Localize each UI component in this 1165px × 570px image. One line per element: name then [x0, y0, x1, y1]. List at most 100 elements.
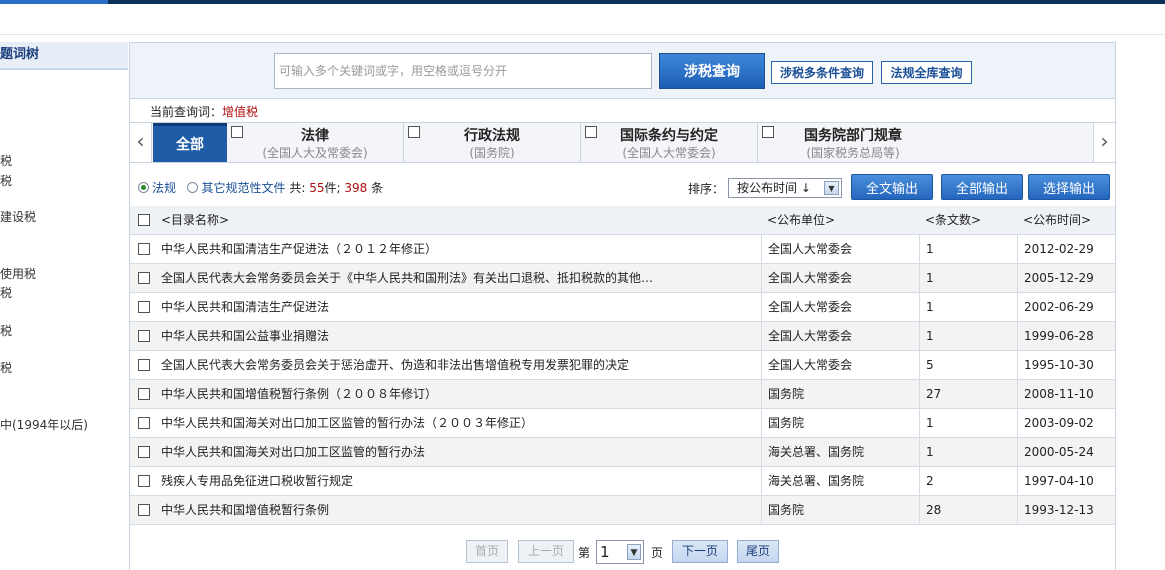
- export-all-button[interactable]: 全部输出: [941, 174, 1023, 200]
- export-selected-button[interactable]: 选择输出: [1028, 174, 1110, 200]
- next-page-button[interactable]: 下一页: [672, 540, 728, 563]
- row-checkbox[interactable]: [138, 272, 150, 284]
- tree-item[interactable]: 税: [0, 152, 12, 169]
- row-date: 2000-05-24: [1017, 438, 1115, 466]
- article-count: 398: [344, 181, 368, 195]
- chevron-down-icon[interactable]: ▼: [627, 544, 641, 560]
- row-name-link[interactable]: 中华人民共和国增值税暂行条例: [161, 496, 761, 524]
- prev-page-button[interactable]: 上一页: [518, 540, 574, 563]
- row-name-link[interactable]: 全国人民代表大会常务委员会关于惩治虚开、伪造和非法出售增值税专用发票犯罪的决定: [161, 351, 761, 379]
- tree-item[interactable]: 税: [0, 284, 12, 301]
- radio-other-docs-label[interactable]: 其它规范性文件: [201, 181, 285, 195]
- tree-item[interactable]: 使用税: [0, 265, 36, 282]
- chevron-right-icon[interactable]: ›: [1093, 123, 1115, 162]
- table-row: 中华人民共和国增值税暂行条例（２００８年修订） 国务院 27 2008-11-1…: [130, 380, 1115, 409]
- doc-count-unit: 件;: [324, 181, 341, 195]
- row-unit: 海关总署、国务院: [761, 467, 919, 495]
- table-row: 中华人民共和国清洁生产促进法 全国人大常委会 1 2002-06-29: [130, 293, 1115, 322]
- row-unit: 全国人大常委会: [761, 293, 919, 321]
- row-count: 1: [919, 264, 1017, 292]
- row-count: 27: [919, 380, 1017, 408]
- row-count: 2: [919, 467, 1017, 495]
- pagination: 首页 上一页 第 1 ▼ 页 下一页 尾页: [130, 540, 1115, 564]
- tab-admin-subtitle: (国务院): [469, 146, 515, 160]
- sort-select[interactable]: 按公布时间 ↓ ▼: [728, 178, 842, 198]
- row-checkbox[interactable]: [138, 301, 150, 313]
- row-name-link[interactable]: 中华人民共和国公益事业捐赠法: [161, 322, 761, 350]
- top-bar-active-tab[interactable]: [0, 0, 108, 4]
- full-text-export-button[interactable]: 全文输出: [851, 174, 933, 200]
- row-checkbox[interactable]: [138, 417, 150, 429]
- row-name-link[interactable]: 中华人民共和国海关对出口加工区监管的暂行办法（２００３年修正）: [161, 409, 761, 437]
- chevron-down-icon[interactable]: ▼: [824, 181, 839, 195]
- row-count: 5: [919, 351, 1017, 379]
- row-name-link[interactable]: 中华人民共和国清洁生产促进法（２０１２年修正）: [161, 235, 761, 263]
- full-library-search-button[interactable]: 法规全库查询: [881, 61, 972, 84]
- page-select-value: 1: [600, 543, 610, 561]
- tab-admin-title: 行政法规: [464, 128, 520, 144]
- row-count: 1: [919, 293, 1017, 321]
- row-checkbox[interactable]: [138, 475, 150, 487]
- tree-item[interactable]: 税: [0, 359, 12, 376]
- tab-law-subtitle: (全国人大及常委会): [262, 146, 368, 160]
- header-count[interactable]: <条文数>: [919, 206, 1017, 234]
- tab-administrative-regulations[interactable]: 行政法规 (国务院): [404, 123, 581, 162]
- row-unit: 全国人大常委会: [761, 264, 919, 292]
- page-suffix: 页: [651, 546, 664, 560]
- row-date: 2002-06-29: [1017, 293, 1115, 321]
- table-header: <目录名称> <公布单位> <条文数> <公布时间>: [130, 206, 1115, 235]
- row-checkbox[interactable]: [138, 388, 150, 400]
- radio-other-docs[interactable]: [187, 182, 199, 193]
- tab-international-treaties[interactable]: 国际条约与约定 (全国人大常委会): [581, 123, 758, 162]
- select-all-checkbox[interactable]: [138, 214, 150, 226]
- row-name-link[interactable]: 中华人民共和国海关对出口加工区监管的暂行办法: [161, 438, 761, 466]
- tab-treaty-subtitle: (全国人大常委会): [622, 146, 716, 160]
- last-page-button[interactable]: 尾页: [737, 540, 779, 563]
- topic-tree: 题词树 税 税 建设税 使用税 税 税 税 中(1994年以后): [0, 42, 128, 570]
- row-name-link[interactable]: 中华人民共和国清洁生产促进法: [161, 293, 761, 321]
- row-name-link[interactable]: 全国人民代表大会常务委员会关于《中华人民共和国刑法》有关出口退税、抵扣税款的其他…: [161, 264, 761, 292]
- row-unit: 全国人大常委会: [761, 322, 919, 350]
- tree-item[interactable]: 税: [0, 172, 12, 189]
- sort-selected-value: 按公布时间 ↓: [737, 181, 811, 195]
- tab-dept-title: 国务院部门规章: [804, 128, 902, 144]
- row-unit: 国务院: [761, 409, 919, 437]
- tree-item[interactable]: 建设税: [0, 208, 36, 225]
- tab-department-rules[interactable]: 国务院部门规章 (国家税务总局等): [758, 123, 1092, 162]
- first-page-button[interactable]: 首页: [466, 540, 508, 563]
- row-checkbox[interactable]: [138, 330, 150, 342]
- tab-dept-subtitle: (国家税务总局等): [806, 146, 900, 160]
- chevron-left-icon[interactable]: ‹: [130, 123, 152, 162]
- sort-label: 排序：: [688, 182, 725, 196]
- current-query-label: 当前查询词：: [150, 105, 223, 119]
- table-row: 中华人民共和国增值税暂行条例 国务院 28 1993-12-13: [130, 496, 1115, 525]
- tax-search-button[interactable]: 涉税查询: [659, 53, 765, 89]
- header-name[interactable]: <目录名称>: [161, 206, 761, 234]
- row-unit: 海关总署、国务院: [761, 438, 919, 466]
- row-checkbox[interactable]: [138, 243, 150, 255]
- row-unit: 国务院: [761, 380, 919, 408]
- multi-condition-search-button[interactable]: 涉税多条件查询: [771, 61, 873, 84]
- radio-regulations[interactable]: [138, 182, 149, 193]
- row-date: 2003-09-02: [1017, 409, 1115, 437]
- current-query: 当前查询词：增值税: [150, 103, 258, 120]
- tree-item[interactable]: 中(1994年以后): [0, 416, 88, 433]
- row-checkbox[interactable]: [138, 446, 150, 458]
- row-name-link[interactable]: 中华人民共和国增值税暂行条例（２００８年修订）: [161, 380, 761, 408]
- header-unit[interactable]: <公布单位>: [761, 206, 919, 234]
- row-checkbox[interactable]: [138, 359, 150, 371]
- table-row: 中华人民共和国海关对出口加工区监管的暂行办法 海关总署、国务院 1 2000-0…: [130, 438, 1115, 467]
- table-row: 全国人民代表大会常务委员会关于惩治虚开、伪造和非法出售增值税专用发票犯罪的决定 …: [130, 351, 1115, 380]
- tab-law[interactable]: 法律 (全国人大及常委会): [227, 123, 404, 162]
- radio-regulations-label[interactable]: 法规: [152, 181, 176, 195]
- row-date: 1995-10-30: [1017, 351, 1115, 379]
- page-select[interactable]: 1 ▼: [596, 540, 644, 564]
- main-panel: 涉税查询 涉税多条件查询 法规全库查询 当前查询词：增值税 ‹ 全部 法律 (全…: [129, 42, 1116, 570]
- row-name-link[interactable]: 残疾人专用品免征进口税收暂行规定: [161, 467, 761, 495]
- header-date[interactable]: <公布时间>: [1017, 206, 1115, 234]
- row-date: 1997-04-10: [1017, 467, 1115, 495]
- row-checkbox[interactable]: [138, 504, 150, 516]
- tab-all[interactable]: 全部: [153, 123, 227, 162]
- tree-item[interactable]: 税: [0, 322, 12, 339]
- search-input[interactable]: [274, 53, 652, 89]
